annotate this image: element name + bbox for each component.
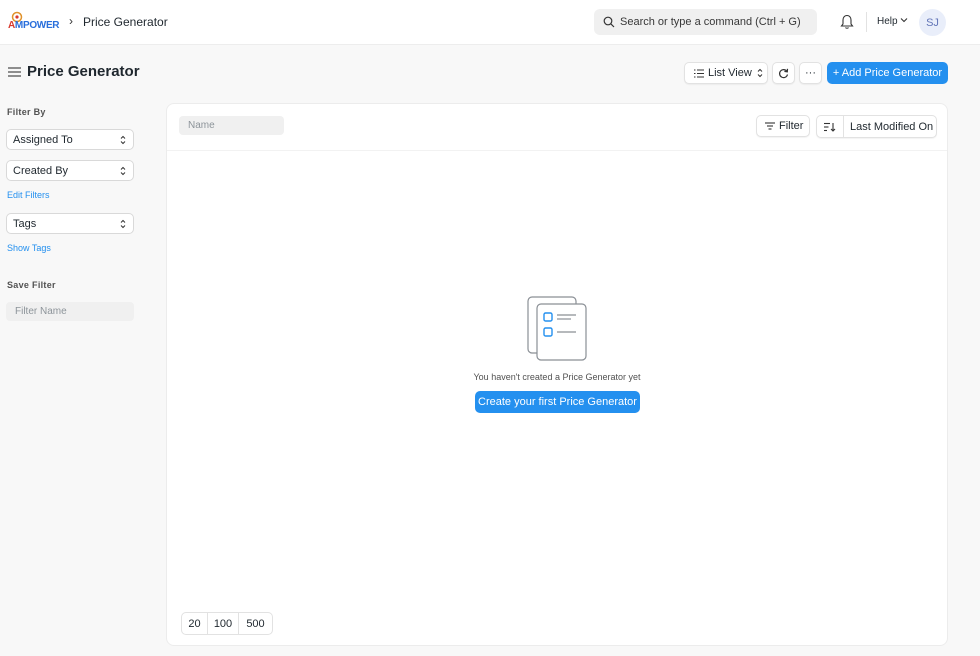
updown-icon bbox=[120, 135, 126, 145]
name-filter-input[interactable]: Name bbox=[179, 116, 284, 135]
created-by-select[interactable]: Created By bbox=[6, 160, 134, 181]
app-logo[interactable]: AMPOWER bbox=[6, 11, 62, 35]
edit-filters-link[interactable]: Edit Filters bbox=[7, 190, 50, 200]
page-size-20-button[interactable]: 20 bbox=[182, 613, 208, 634]
page-size-100-button[interactable]: 100 bbox=[208, 613, 239, 634]
tags-label: Tags bbox=[13, 217, 37, 230]
filter-name-input[interactable]: Filter Name bbox=[6, 302, 134, 321]
refresh-button[interactable] bbox=[772, 62, 795, 84]
search-icon bbox=[603, 16, 615, 28]
avatar[interactable]: SJ bbox=[919, 9, 946, 36]
sort-icon bbox=[824, 122, 836, 132]
list-icon bbox=[694, 69, 704, 77]
help-menu[interactable]: Help bbox=[877, 16, 898, 27]
more-actions-button[interactable]: ··· bbox=[799, 62, 822, 84]
filter-icon bbox=[765, 122, 775, 130]
sort-field-button[interactable]: Last Modified On bbox=[850, 121, 933, 133]
updown-icon bbox=[120, 166, 126, 176]
updown-icon bbox=[120, 219, 126, 229]
filter-by-heading: Filter By bbox=[7, 107, 46, 117]
breadcrumb-chevron-icon: › bbox=[69, 14, 73, 28]
page-size-500-button[interactable]: 500 bbox=[239, 613, 272, 634]
filter-button[interactable]: Filter bbox=[756, 115, 810, 137]
tags-select[interactable]: Tags bbox=[6, 213, 134, 234]
card-divider bbox=[167, 150, 947, 151]
filter-label: Filter bbox=[779, 120, 804, 132]
sort-order-button[interactable] bbox=[817, 116, 844, 137]
updown-icon bbox=[757, 68, 763, 78]
page-title: Price Generator bbox=[27, 63, 140, 80]
list-view-label: List View bbox=[708, 67, 752, 79]
refresh-icon bbox=[779, 68, 789, 78]
assigned-to-label: Assigned To bbox=[13, 133, 73, 146]
navbar-divider bbox=[866, 12, 867, 32]
breadcrumb-item[interactable]: Price Generator bbox=[83, 15, 168, 29]
navbar: AMPOWER › Price Generator Search or type… bbox=[0, 0, 980, 45]
empty-list-illustration bbox=[527, 296, 587, 361]
empty-state-message: You haven't created a Price Generator ye… bbox=[473, 372, 641, 382]
search-input[interactable]: Search or type a command (Ctrl + G) bbox=[620, 16, 801, 28]
page-size-selector: 20 100 500 bbox=[181, 612, 273, 635]
search-bar[interactable]: Search or type a command (Ctrl + G) bbox=[594, 9, 817, 35]
list-view-button[interactable]: List View bbox=[684, 62, 768, 84]
logo-text: AMPOWER bbox=[8, 20, 60, 31]
create-first-price-generator-button[interactable]: Create your first Price Generator bbox=[475, 391, 640, 413]
list-card: Name Filter Last Modified On You haven't… bbox=[166, 103, 948, 646]
show-tags-link[interactable]: Show Tags bbox=[7, 243, 51, 253]
save-filter-heading: Save Filter bbox=[7, 280, 56, 290]
bell-icon[interactable] bbox=[840, 14, 854, 30]
chevron-down-icon[interactable] bbox=[900, 16, 908, 24]
add-price-generator-button[interactable]: + Add Price Generator bbox=[827, 62, 948, 84]
assigned-to-select[interactable]: Assigned To bbox=[6, 129, 134, 150]
hamburger-icon[interactable] bbox=[8, 67, 21, 77]
created-by-label: Created By bbox=[13, 164, 69, 177]
sort-selector: Last Modified On bbox=[816, 115, 937, 138]
